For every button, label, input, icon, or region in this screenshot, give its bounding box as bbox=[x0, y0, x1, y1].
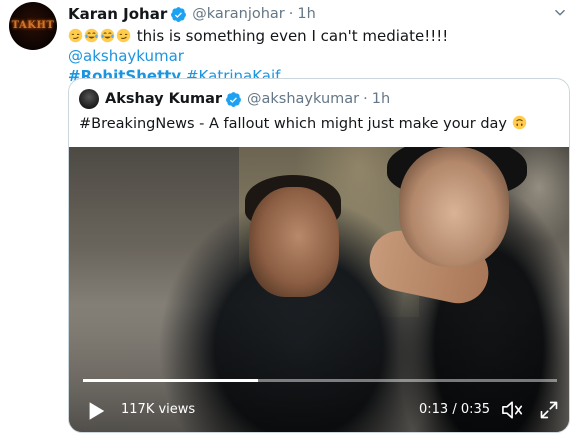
separator-dot: · bbox=[288, 6, 294, 22]
author-handle[interactable]: @karanjohar bbox=[192, 6, 285, 22]
separator-dot: · bbox=[363, 91, 368, 107]
upside-down-face-icon bbox=[512, 115, 526, 130]
tweet-header: Karan Johar @karanjohar · 1h bbox=[68, 4, 316, 24]
smirking-face-icon bbox=[116, 28, 131, 43]
quoted-author-name[interactable]: Akshay Kumar bbox=[105, 91, 222, 107]
quoted-tweet-text: #BreakingNews - A fallout which might ju… bbox=[79, 116, 512, 132]
smirking-face-icon bbox=[68, 28, 83, 43]
chevron-down-icon[interactable] bbox=[553, 6, 567, 20]
joy-face-icon bbox=[84, 28, 99, 43]
verified-icon bbox=[171, 6, 187, 22]
mention-link[interactable]: @akshaykumar bbox=[68, 47, 184, 65]
tweet-body: this is something even I can't mediate!!… bbox=[68, 26, 568, 86]
quoted-author-avatar[interactable] bbox=[79, 89, 99, 109]
joy-face-icon bbox=[100, 28, 115, 43]
author-name[interactable]: Karan Johar bbox=[68, 5, 167, 23]
avatar-logo-text: TAKHT bbox=[11, 20, 55, 31]
quoted-tweet-card[interactable]: Akshay Kumar @akshaykumar · 1h #Breaking… bbox=[68, 78, 570, 433]
quoted-tweet-body: #BreakingNews - A fallout which might ju… bbox=[79, 115, 528, 132]
tweet-text-main: this is something even I can't mediate!!… bbox=[132, 27, 449, 45]
video-timecode: 0:13 / 0:35 bbox=[419, 402, 491, 417]
video-view-count: 117K views bbox=[121, 402, 196, 417]
video-progress-fill bbox=[83, 379, 259, 382]
quoted-tweet-header: Akshay Kumar @akshaykumar · 1h bbox=[105, 89, 390, 109]
fullscreen-icon[interactable] bbox=[539, 400, 559, 420]
quoted-author-handle[interactable]: @akshaykumar bbox=[247, 91, 359, 107]
tweet-time[interactable]: 1h bbox=[297, 6, 315, 22]
video-player[interactable]: 117K views 0:13 / 0:35 bbox=[69, 147, 569, 432]
video-controls-gradient bbox=[69, 147, 569, 432]
video-progress-bar[interactable] bbox=[83, 379, 557, 382]
verified-icon bbox=[226, 91, 241, 107]
volume-muted-icon[interactable] bbox=[501, 399, 525, 421]
quoted-tweet-time[interactable]: 1h bbox=[372, 91, 390, 107]
author-avatar[interactable]: TAKHT bbox=[9, 2, 57, 50]
play-icon[interactable] bbox=[85, 400, 107, 422]
